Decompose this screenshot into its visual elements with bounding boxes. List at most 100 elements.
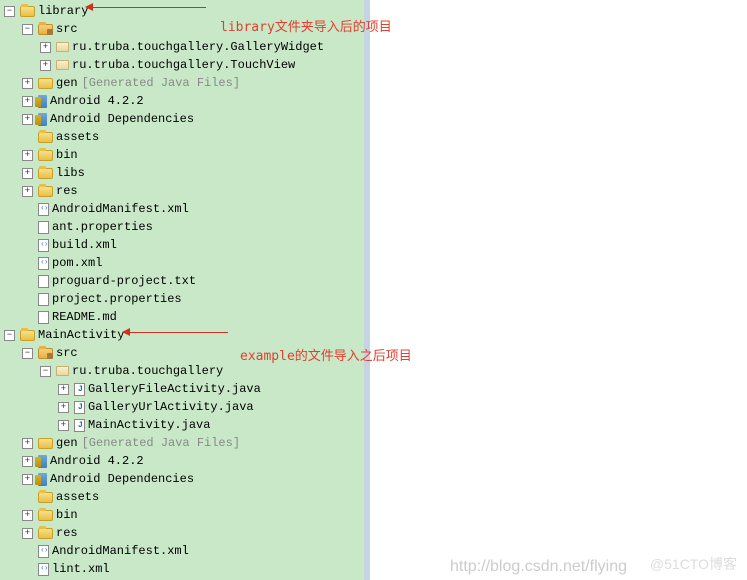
expander-icon[interactable]: + — [22, 528, 33, 539]
file-icon — [38, 293, 49, 306]
folder-icon — [38, 186, 53, 197]
tree-label-suffix: [Generated Java Files] — [82, 76, 240, 90]
expander-icon[interactable]: + — [22, 96, 33, 107]
expander-icon[interactable]: + — [40, 42, 51, 53]
expander-icon[interactable]: + — [22, 150, 33, 161]
tree-label: AndroidManifest.xml — [52, 544, 189, 558]
expander-icon[interactable]: + — [58, 402, 69, 413]
folder-src[interactable]: − src — [0, 20, 364, 38]
folder-libs[interactable]: + libs — [0, 164, 364, 182]
file-mainactivity-java[interactable]: + MainActivity.java — [0, 416, 364, 434]
tree-label: pom.xml — [52, 256, 102, 270]
expander-icon[interactable]: + — [22, 474, 33, 485]
java-icon — [74, 419, 85, 432]
folder-icon — [38, 492, 53, 503]
file-galleryurlactivity[interactable]: + GalleryUrlActivity.java — [0, 398, 364, 416]
file-readme[interactable]: README.md — [0, 308, 364, 326]
tree-label: ru.truba.touchgallery.GalleryWidget — [72, 40, 324, 54]
folder-gen[interactable]: + gen [Generated Java Files] — [0, 74, 364, 92]
package-icon — [56, 366, 69, 376]
tree-label: src — [56, 22, 78, 36]
file-project-props[interactable]: project.properties — [0, 290, 364, 308]
tree-label: AndroidManifest.xml — [52, 202, 189, 216]
file-proguard[interactable]: proguard-project.txt — [0, 272, 364, 290]
folder-res-2[interactable]: + res — [0, 524, 364, 542]
folder-assets-2[interactable]: assets — [0, 488, 364, 506]
project-mainactivity[interactable]: −MainActivity — [0, 326, 364, 344]
tree-label: libs — [56, 166, 85, 180]
package-icon — [56, 42, 69, 52]
tree-label: Android Dependencies — [50, 472, 194, 486]
expander-icon[interactable]: + — [58, 420, 69, 431]
file-lint-xml[interactable]: lint.xml — [0, 560, 364, 578]
file-pom-xml[interactable]: pom.xml — [0, 254, 364, 272]
expander-icon[interactable]: − — [22, 24, 33, 35]
tree-label: project.properties — [52, 292, 182, 306]
tree-label: README.md — [52, 310, 117, 324]
folder-src-icon — [38, 348, 53, 359]
folder-gen-2[interactable]: +gen[Generated Java Files] — [0, 434, 364, 452]
xml-icon — [38, 563, 49, 576]
file-icon — [38, 221, 49, 234]
expander-icon[interactable]: + — [22, 78, 33, 89]
file-galleryfileactivity[interactable]: +GalleryFileActivity.java — [0, 380, 364, 398]
expander-icon[interactable]: + — [22, 168, 33, 179]
project-library[interactable]: −library — [0, 2, 364, 20]
watermark-brand: @51CTO博客 — [650, 554, 737, 574]
xml-icon — [38, 239, 49, 252]
folder-bin[interactable]: +bin — [0, 146, 364, 164]
expander-icon[interactable]: + — [22, 456, 33, 467]
expander-icon[interactable]: + — [22, 186, 33, 197]
xml-icon — [38, 257, 49, 270]
folder-src-2[interactable]: − src — [0, 344, 364, 362]
expander-icon[interactable]: − — [4, 6, 15, 17]
tree-label: build.xml — [52, 238, 117, 252]
tree-label: MainActivity.java — [88, 418, 210, 432]
tree-label: proguard-project.txt — [52, 274, 196, 288]
tree-label: Android 4.2.2 — [50, 94, 144, 108]
expander-icon[interactable]: + — [40, 60, 51, 71]
tree-label: ant.properties — [52, 220, 153, 234]
tree-label: assets — [56, 130, 99, 144]
package-explorer-tree[interactable]: −library−src+ru.truba.touchgallery.Galle… — [0, 0, 370, 580]
package-touchview[interactable]: + ru.truba.touchgallery.TouchView — [0, 56, 364, 74]
lib-android-2[interactable]: +Android 4.2.2 — [0, 452, 364, 470]
expander-icon[interactable]: + — [22, 114, 33, 125]
folder-icon — [38, 510, 53, 521]
file-manifest-2[interactable]: AndroidManifest.xml — [0, 542, 364, 560]
tree-label: ru.truba.touchgallery — [72, 364, 223, 378]
tree-label: GalleryUrlActivity.java — [88, 400, 254, 414]
file-build-xml[interactable]: build.xml — [0, 236, 364, 254]
expander-icon[interactable]: + — [22, 510, 33, 521]
package-gallerywidget[interactable]: + ru.truba.touchgallery.GalleryWidget — [0, 38, 364, 56]
expander-icon[interactable]: − — [4, 330, 15, 341]
expander-icon[interactable]: + — [22, 438, 33, 449]
tree-label: lint.xml — [52, 562, 110, 576]
folder-icon — [38, 168, 53, 179]
tree-label: assets — [56, 490, 99, 504]
package-touchgallery[interactable]: − ru.truba.touchgallery — [0, 362, 364, 380]
lib-jar-icon — [38, 95, 47, 108]
folder-res[interactable]: +res — [0, 182, 364, 200]
java-icon — [74, 383, 85, 396]
xml-icon — [38, 203, 49, 216]
tree-label: gen — [56, 76, 78, 90]
expander-icon[interactable]: − — [22, 348, 33, 359]
file-ant-props[interactable]: ant.properties — [0, 218, 364, 236]
expander-icon[interactable]: − — [40, 366, 51, 377]
lib-dependencies-2[interactable]: + Android Dependencies — [0, 470, 364, 488]
expander-icon[interactable]: + — [58, 384, 69, 395]
lib-jar-icon — [38, 473, 47, 486]
lib-jar-icon — [38, 113, 47, 126]
tree-label: src — [56, 346, 78, 360]
tree-label: res — [56, 526, 78, 540]
package-icon — [56, 60, 69, 70]
folder-bin-2[interactable]: +bin — [0, 506, 364, 524]
lib-android[interactable]: + Android 4.2.2 — [0, 92, 364, 110]
tree-label: ru.truba.touchgallery.TouchView — [72, 58, 295, 72]
folder-assets[interactable]: assets — [0, 128, 364, 146]
tree-label: gen — [56, 436, 78, 450]
tree-label: Android Dependencies — [50, 112, 194, 126]
file-manifest[interactable]: AndroidManifest.xml — [0, 200, 364, 218]
lib-dependencies[interactable]: + Android Dependencies — [0, 110, 364, 128]
